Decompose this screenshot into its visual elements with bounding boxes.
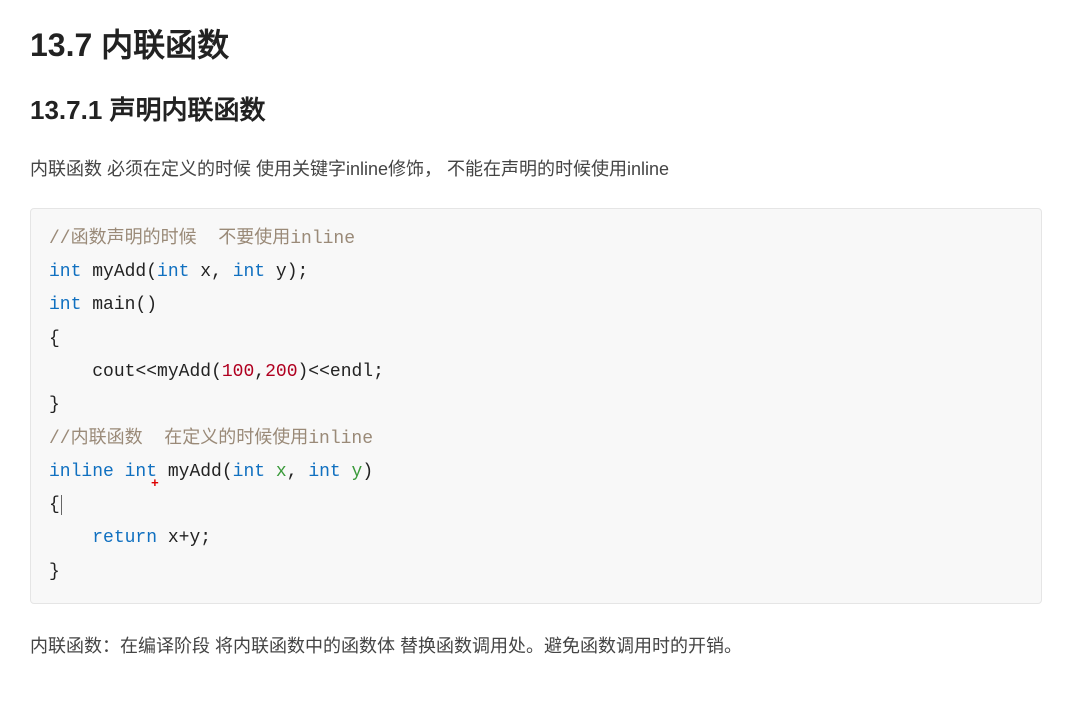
ret-x: x	[168, 528, 179, 548]
code-comment-2: //内联函数 在定义的时候使用inline	[49, 429, 373, 449]
kw-int: int	[233, 462, 265, 482]
outro-paragraph: 内联函数：在编译阶段 将内联函数中的函数体 替换函数调用处。避免函数调用时的开销…	[30, 632, 1042, 661]
kw-int: int	[308, 462, 340, 482]
param-x: x	[276, 462, 287, 482]
fn-myadd-def: myAdd	[168, 462, 222, 482]
fn-myadd-call: myAdd	[157, 362, 211, 382]
text-cursor	[61, 495, 73, 515]
param-y: y	[352, 462, 363, 482]
param-y: y	[276, 262, 287, 282]
id-cout: cout	[92, 362, 135, 382]
fn-main: main	[92, 295, 135, 315]
kw-int: int	[49, 295, 81, 315]
code-block: //函数声明的时候 不要使用inline int myAdd(int x, in…	[30, 208, 1042, 604]
kw-int: int	[157, 262, 189, 282]
num-100: 100	[222, 362, 254, 382]
param-x: x	[200, 262, 211, 282]
section-heading: 13.7 内联函数	[30, 20, 1042, 66]
id-endl: endl	[330, 362, 373, 382]
intro-paragraph: 内联函数 必须在定义的时候 使用关键字inline修饰， 不能在声明的时候使用i…	[30, 155, 1042, 184]
code-comment-1: //函数声明的时候 不要使用inline	[49, 229, 355, 249]
kw-int: int	[233, 262, 265, 282]
kw-return: return	[92, 528, 157, 548]
fn-myadd-decl: myAdd	[92, 262, 146, 282]
ret-y: y	[189, 528, 200, 548]
subsection-heading: 13.7.1 声明内联函数	[30, 90, 1042, 127]
kw-int: int	[49, 262, 81, 282]
kw-inline: inline	[49, 462, 114, 482]
num-200: 200	[265, 362, 297, 382]
